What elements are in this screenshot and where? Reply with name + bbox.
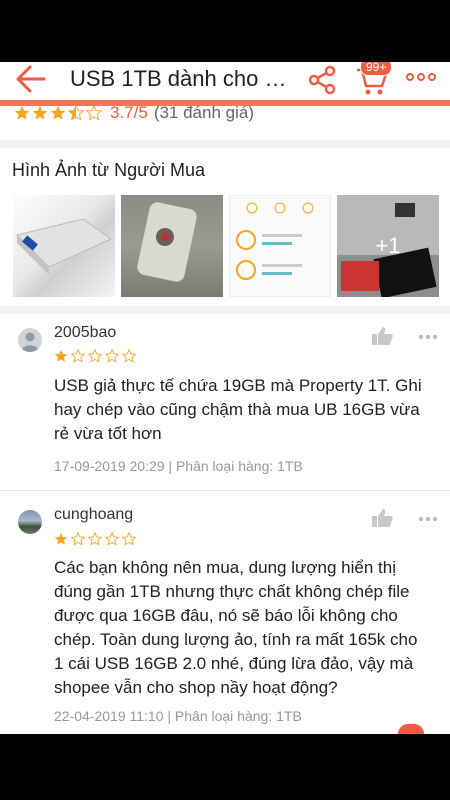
star-empty-icon	[88, 532, 102, 546]
star-icon	[32, 105, 48, 120]
section-divider	[0, 306, 450, 314]
usb-drive-photo-icon	[16, 218, 112, 275]
star-empty-icon	[71, 349, 85, 363]
buyer-photo[interactable]	[121, 195, 223, 297]
star-empty-icon	[122, 349, 136, 363]
share-icon[interactable]	[306, 64, 338, 96]
star-empty-icon	[71, 532, 85, 546]
rating-summary: 3.7/5 (31 đánh giá)	[14, 102, 254, 124]
star-icon	[54, 532, 68, 545]
review-meta: 17-09-2019 20:29 | Phân loại hàng: 1TB	[54, 458, 303, 474]
product-reviews-screen: USB 1TB dành cho Điện Thoại 99+	[0, 62, 450, 734]
header-bar: USB 1TB dành cho Điện Thoại 99+	[0, 62, 450, 100]
reviewer-name: cunghoang	[54, 506, 134, 523]
thumbs-up-icon[interactable]	[371, 508, 393, 528]
star-icon	[54, 349, 68, 362]
star-empty-icon	[86, 105, 102, 121]
buyer-photo[interactable]: +1	[337, 195, 439, 297]
rating-value: 3.7/5	[110, 103, 148, 122]
section-divider	[0, 140, 450, 148]
page-title: USB 1TB dành cho Điện Thoại	[70, 66, 295, 91]
rating-count: (31 đánh giá)	[153, 103, 254, 122]
avatar[interactable]	[18, 328, 42, 352]
back-arrow-icon[interactable]	[14, 64, 48, 94]
review-text: USB giả thực tế chứa 19GB mà Property 1T…	[54, 376, 422, 443]
more-options-icon[interactable]	[418, 515, 438, 523]
star-empty-icon	[105, 532, 119, 546]
buyer-photo[interactable]	[229, 195, 331, 297]
star-icon	[50, 105, 66, 120]
avatar[interactable]	[18, 510, 42, 534]
review-stars	[54, 349, 136, 363]
more-icon[interactable]	[406, 70, 436, 84]
usb-drive-photo-icon	[137, 202, 197, 282]
storage-screenshot-icon	[236, 202, 314, 280]
star-empty-icon	[88, 349, 102, 363]
buyer-photo[interactable]	[13, 195, 115, 297]
buyer-photos-strip: +1	[13, 195, 439, 297]
review-text: Các bạn không nên mua, dung lượng hiển t…	[54, 558, 418, 697]
cart-count-badge: 99+	[360, 62, 393, 76]
thumbs-up-icon[interactable]	[371, 326, 393, 346]
more-options-icon[interactable]	[418, 333, 438, 341]
review-meta: 22-04-2019 11:10 | Phân loại hàng: 1TB	[54, 708, 302, 724]
review-stars	[54, 532, 136, 546]
star-empty-icon	[122, 532, 136, 546]
review-divider	[0, 490, 450, 491]
more-photos-count: +1	[375, 233, 401, 258]
review-item: 2005bao USB giả thực tế chứa 19GB mà Pro…	[0, 314, 450, 490]
star-half-icon	[68, 105, 84, 121]
avatar-icon	[21, 332, 39, 352]
star-empty-icon	[105, 349, 119, 363]
reviewer-name: 2005bao	[54, 324, 117, 341]
scroll-to-top-button[interactable]	[398, 724, 424, 734]
rating-stars	[14, 105, 102, 121]
star-icon	[14, 105, 30, 120]
buyer-photos-title: Hình Ảnh từ Người Mua	[12, 160, 205, 180]
review-item: cunghoang Các bạn không nên mua, dung lư…	[0, 494, 450, 734]
